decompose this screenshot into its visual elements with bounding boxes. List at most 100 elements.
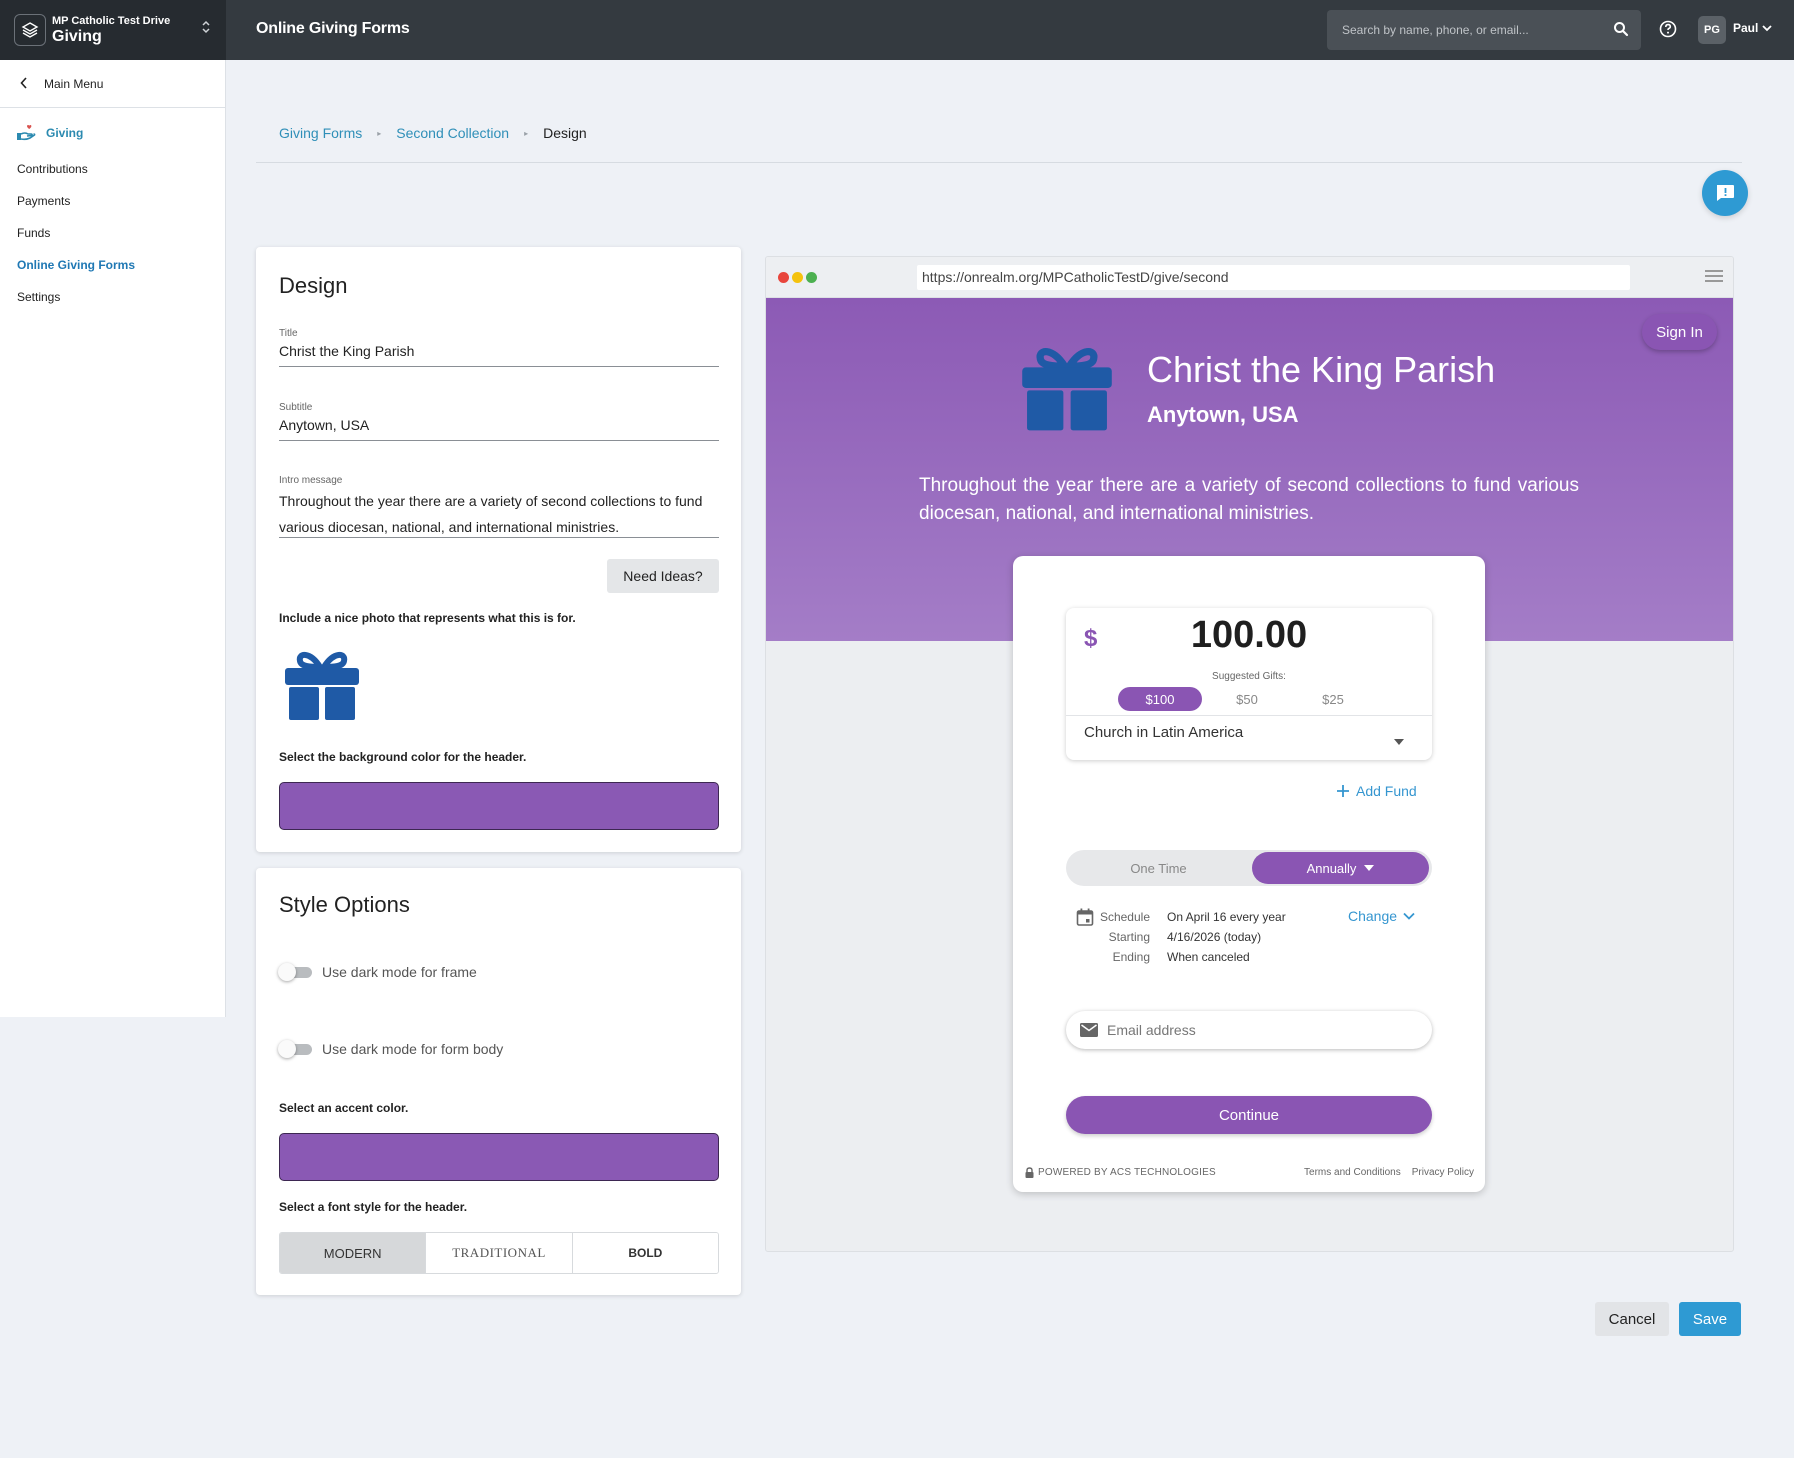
continue-button[interactable]: Continue xyxy=(1066,1096,1432,1134)
email-field[interactable] xyxy=(1066,1011,1432,1049)
dark-body-label: Use dark mode for form body xyxy=(322,1041,504,1057)
main-menu-label: Main Menu xyxy=(44,76,104,91)
preview-url: https://onrealm.org/MPCatholicTestD/give… xyxy=(917,265,1630,290)
app-switcher[interactable]: MP Catholic Test Drive Giving xyxy=(0,0,226,60)
privacy-link[interactable]: Privacy Policy xyxy=(1412,1167,1474,1178)
help-icon[interactable] xyxy=(1658,19,1678,44)
frequency-annually[interactable]: Annually xyxy=(1252,852,1429,884)
global-search[interactable] xyxy=(1327,10,1641,50)
photo-instruction: Include a nice photo that represents wha… xyxy=(279,611,576,625)
sidebar-section-label: Giving xyxy=(46,126,84,140)
need-ideas-button[interactable]: Need Ideas? xyxy=(607,559,719,593)
breadcrumb-separator-icon: ▸ xyxy=(524,128,529,138)
caret-down-icon xyxy=(1364,865,1375,871)
search-icon[interactable] xyxy=(1613,21,1629,42)
top-bar: MP Catholic Test Drive Giving Online Giv… xyxy=(0,0,1794,60)
frequency-toggle: One Time Annually xyxy=(1066,850,1432,886)
add-fund-label: Add Fund xyxy=(1356,783,1417,799)
bg-color-instruction: Select the background color for the head… xyxy=(279,750,527,764)
breadcrumb-giving-forms[interactable]: Giving Forms xyxy=(279,125,362,141)
lock-icon xyxy=(1025,1167,1034,1178)
dark-frame-label: Use dark mode for frame xyxy=(322,964,477,980)
main-menu-link[interactable]: Main Menu xyxy=(0,60,225,108)
powered-by-label: POWERED BY ACS TECHNOLOGIES xyxy=(1038,1167,1216,1178)
app-name: Giving xyxy=(52,27,102,45)
sidebar-item-funds[interactable]: Funds xyxy=(17,226,50,240)
sign-in-button[interactable]: Sign In xyxy=(1642,314,1717,350)
suggested-gifts-label: Suggested Gifts: xyxy=(1212,671,1286,682)
intro-label: Intro message xyxy=(279,475,343,486)
dark-frame-toggle[interactable] xyxy=(278,963,314,981)
font-option-bold[interactable]: BOLD xyxy=(571,1233,718,1273)
dark-body-toggle[interactable] xyxy=(278,1040,314,1058)
gift-option[interactable]: $25 xyxy=(1290,687,1376,711)
search-input[interactable] xyxy=(1342,21,1602,39)
fund-select[interactable]: Church in Latin America xyxy=(1084,724,1243,741)
title-field[interactable]: Christ the King Parish xyxy=(279,343,719,367)
chevron-down-icon xyxy=(1762,25,1772,32)
dark-body-toggle-row: Use dark mode for form body xyxy=(278,1040,503,1058)
cancel-button[interactable]: Cancel xyxy=(1595,1302,1669,1336)
user-name: Paul xyxy=(1733,21,1759,35)
gift-option[interactable]: $100 xyxy=(1118,687,1202,711)
preview-title: Christ the King Parish xyxy=(1147,349,1496,390)
starting-key: Starting xyxy=(1108,930,1150,944)
divider xyxy=(1066,715,1432,716)
schedule-value: On April 16 every year xyxy=(1167,910,1286,924)
subtitle-field[interactable]: Anytown, USA xyxy=(279,417,719,441)
chat-alert-icon xyxy=(1717,185,1734,201)
hamburger-menu-icon xyxy=(1705,269,1723,288)
accent-color-picker[interactable] xyxy=(279,1133,719,1181)
sidebar-section-giving[interactable]: Giving xyxy=(16,124,83,142)
sidebar-item-settings[interactable]: Settings xyxy=(17,290,60,304)
feedback-button[interactable] xyxy=(1702,170,1748,216)
user-menu[interactable]: Paul xyxy=(1733,21,1772,35)
gift-icon xyxy=(1021,344,1113,437)
breadcrumb: Giving Forms ▸ Second Collection ▸ Desig… xyxy=(279,125,587,141)
terms-link[interactable]: Terms and Conditions xyxy=(1304,1167,1401,1178)
design-card: Design Title Christ the King Parish Subt… xyxy=(256,247,741,852)
legal-links: Terms and Conditions Privacy Policy xyxy=(1304,1167,1474,1178)
header-color-picker[interactable] xyxy=(279,782,719,830)
giving-form-card: $ 100.00 Suggested Gifts: $100 $50 $25 C… xyxy=(1013,556,1485,1192)
chevron-down-icon xyxy=(1403,912,1415,920)
change-schedule-link[interactable]: Change xyxy=(1348,908,1415,924)
sidebar-item-contributions[interactable]: Contributions xyxy=(17,162,88,176)
sidebar-item-online-giving-forms[interactable]: Online Giving Forms xyxy=(17,258,135,272)
preview-intro: Throughout the year there are a variety … xyxy=(919,475,1579,524)
preview-browser-bar: https://onrealm.org/MPCatholicTestD/give… xyxy=(766,257,1733,298)
font-option-traditional[interactable]: TRADITIONAL xyxy=(425,1233,572,1273)
layers-logo-icon xyxy=(14,14,46,46)
add-fund-link[interactable]: Add Fund xyxy=(1336,783,1417,799)
amount-input[interactable]: 100.00 xyxy=(1066,614,1432,657)
breadcrumb-current: Design xyxy=(543,125,587,141)
font-option-modern[interactable]: MODERN xyxy=(280,1233,426,1273)
giving-hand-heart-icon xyxy=(17,124,36,141)
chevron-left-icon xyxy=(20,76,28,92)
gift-option[interactable]: $50 xyxy=(1204,687,1290,711)
sidebar-item-payments[interactable]: Payments xyxy=(17,194,70,208)
window-minimize-dot xyxy=(792,272,803,283)
mail-icon xyxy=(1080,1023,1098,1042)
ending-key: Ending xyxy=(1112,950,1150,964)
gift-icon[interactable] xyxy=(284,649,360,726)
intro-message-field[interactable]: Throughout the year there are a variety … xyxy=(279,488,719,538)
style-options-card: Style Options Use dark mode for frame Us… xyxy=(256,868,741,1295)
design-heading: Design xyxy=(279,273,348,298)
chevron-updown-icon xyxy=(201,19,211,36)
save-button[interactable]: Save xyxy=(1679,1302,1741,1336)
avatar[interactable]: PG xyxy=(1698,16,1726,44)
caret-down-icon[interactable] xyxy=(1394,732,1404,750)
style-options-heading: Style Options xyxy=(279,892,410,917)
frequency-one-time[interactable]: One Time xyxy=(1066,850,1251,886)
frequency-annually-label: Annually xyxy=(1306,860,1357,876)
form-preview: https://onrealm.org/MPCatholicTestD/give… xyxy=(765,256,1734,1252)
ending-value: When canceled xyxy=(1167,950,1250,964)
divider xyxy=(256,162,1742,163)
window-close-dot xyxy=(778,272,789,283)
preview-subtitle: Anytown, USA xyxy=(1147,402,1299,427)
breadcrumb-second-collection[interactable]: Second Collection xyxy=(396,125,509,141)
schedule-key: Schedule xyxy=(1099,910,1150,924)
email-input[interactable] xyxy=(1107,1020,1407,1040)
breadcrumb-separator-icon: ▸ xyxy=(377,128,382,138)
